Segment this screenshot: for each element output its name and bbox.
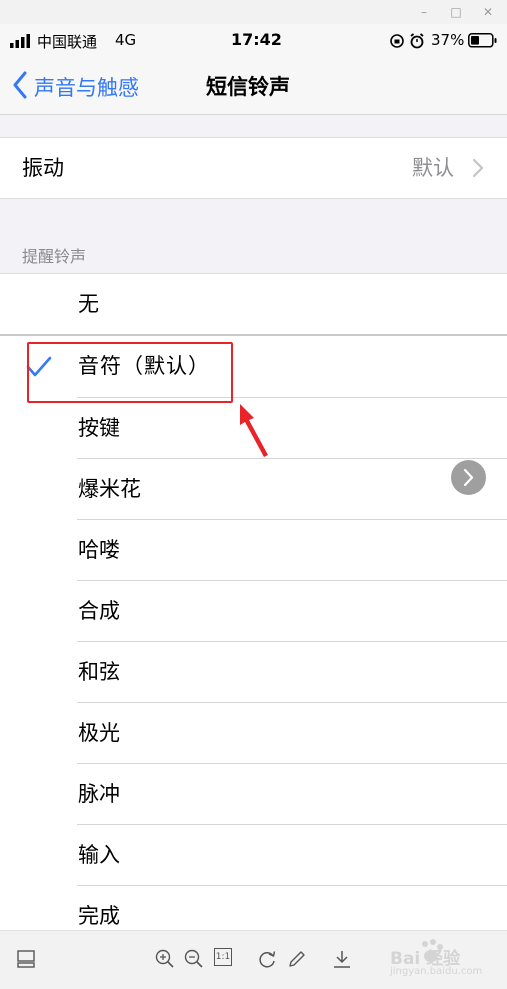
list-item[interactable]: 脉冲 — [0, 764, 507, 825]
list-item-label: 输入 — [78, 843, 120, 867]
zoom-in-icon[interactable] — [154, 948, 176, 970]
close-button[interactable]: ✕ — [478, 2, 498, 22]
list-item-label: 哈喽 — [78, 538, 120, 562]
chevron-right-icon — [463, 468, 474, 487]
battery-icon — [468, 33, 498, 49]
list-item-label: 按键 — [78, 416, 120, 440]
list-item[interactable]: 爆米花 — [0, 459, 507, 520]
list-item-label: 无 — [78, 292, 99, 316]
list-item-label: 极光 — [78, 721, 120, 745]
minimize-button[interactable]: – — [414, 2, 434, 22]
list-item[interactable]: 无 — [0, 274, 507, 335]
alarm-icon — [409, 33, 425, 49]
status-bar: 中国联通 4G 17:42 37% — [0, 24, 507, 58]
list-item[interactable]: 完成 — [0, 886, 507, 931]
vibration-label: 振动 — [22, 156, 64, 180]
time-label: 17:42 — [231, 30, 282, 49]
list-item-label: 完成 — [78, 904, 120, 928]
thumbnail-icon[interactable] — [16, 948, 38, 970]
list-item[interactable]: 和弦 — [0, 642, 507, 703]
section-header: 提醒铃声 — [22, 247, 87, 266]
list-item[interactable]: 极光 — [0, 703, 507, 764]
navigation-bar: 声音与触感 短信铃声 — [0, 58, 507, 115]
highlight-box — [27, 342, 233, 403]
list-item-label: 爆米花 — [78, 477, 141, 501]
carrier-label: 中国联通 — [37, 33, 98, 51]
download-icon[interactable] — [331, 948, 353, 970]
arrow-annotation-icon — [240, 404, 268, 457]
next-page-button[interactable] — [451, 460, 486, 495]
network-label: 4G — [115, 31, 137, 49]
watermark-url: jingyan.baidu.com — [390, 966, 483, 977]
watermark: Bai 经验 jingyan.baidu.com — [390, 938, 505, 982]
chevron-right-icon — [472, 158, 484, 178]
list-item-label: 合成 — [78, 599, 120, 623]
chevron-left-icon — [13, 71, 27, 99]
back-label: 声音与触感 — [34, 76, 139, 100]
actual-size-button[interactable]: 1:1 — [214, 948, 232, 966]
list-item[interactable]: 合成 — [0, 581, 507, 642]
list-item[interactable]: 输入 — [0, 825, 507, 886]
vibration-value: 默认 — [412, 156, 454, 180]
maximize-button[interactable]: □ — [446, 2, 466, 22]
battery-percent: 37% — [431, 31, 465, 49]
back-button[interactable]: 声音与触感 — [10, 68, 160, 104]
edit-pencil-icon[interactable] — [286, 948, 308, 970]
actual-size-label: 1:1 — [215, 952, 231, 962]
list-item-label: 脉冲 — [78, 782, 120, 806]
list-item[interactable]: 哈喽 — [0, 520, 507, 581]
page-title: 短信铃声 — [206, 75, 290, 99]
signal-icon — [10, 34, 32, 48]
list-item-label: 和弦 — [78, 660, 120, 684]
zoom-out-icon[interactable] — [183, 948, 205, 970]
vibration-row[interactable]: 振动 默认 — [0, 137, 507, 199]
window-titlebar: – □ ✕ — [0, 0, 507, 24]
rotation-lock-icon — [389, 33, 405, 49]
rotate-icon[interactable] — [256, 948, 278, 970]
